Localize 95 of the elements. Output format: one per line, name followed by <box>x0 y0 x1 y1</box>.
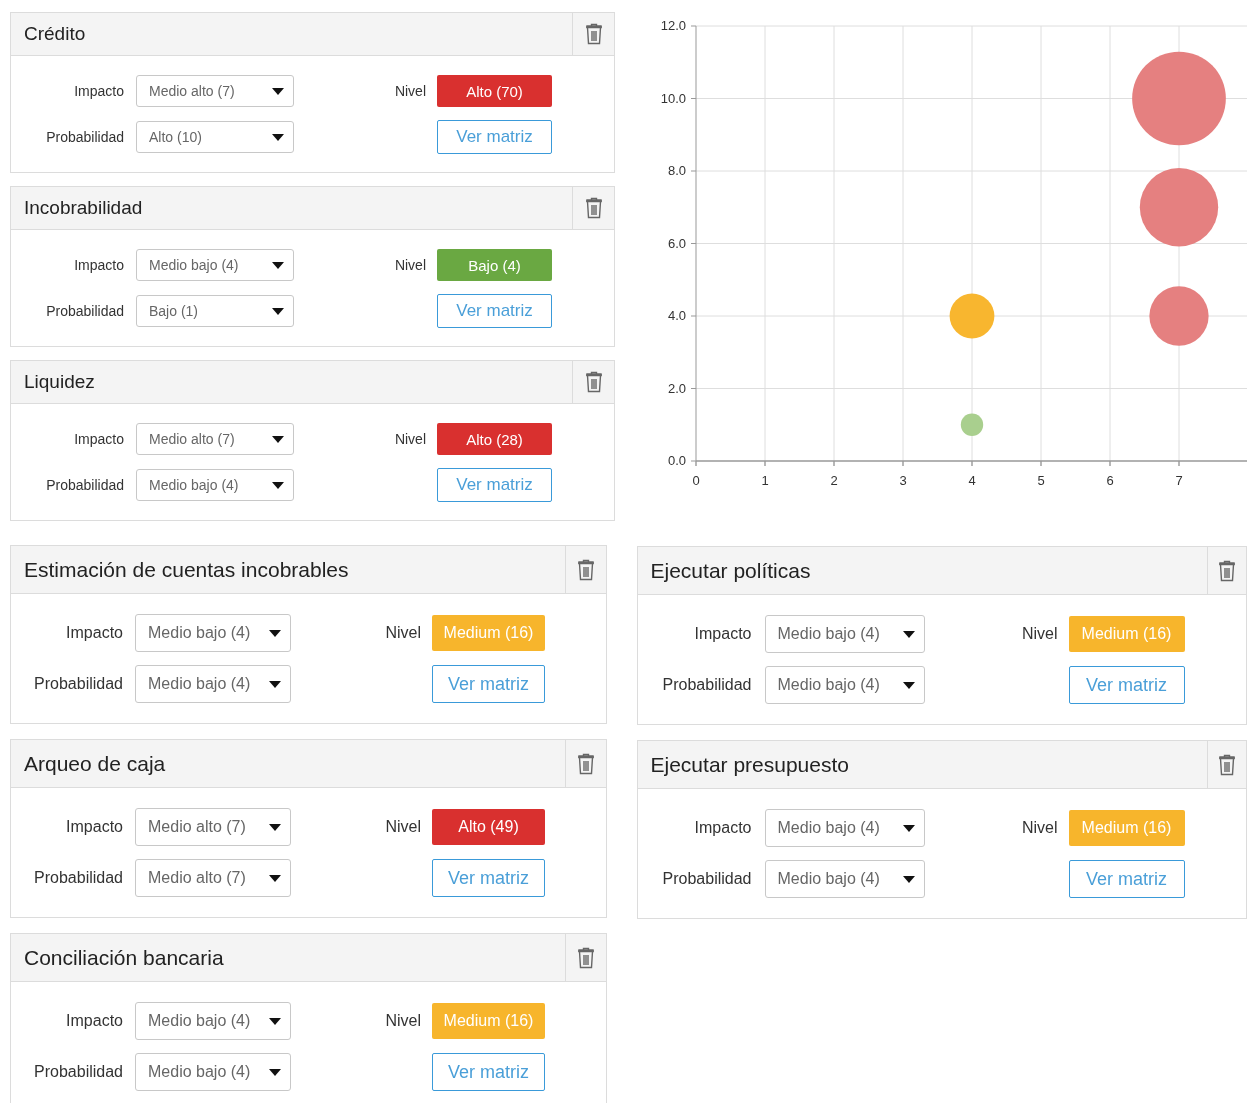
dropdown-field[interactable]: Medio bajo (4) <box>135 1002 291 1040</box>
field-label: Nivel <box>393 83 426 99</box>
dropdown-field[interactable]: Medio bajo (4) <box>764 809 925 847</box>
level-badge: Medium (16) <box>1068 810 1185 846</box>
dropdown-field[interactable]: Medio bajo (4) <box>135 1053 291 1091</box>
axis-label: 2.0 <box>667 380 686 396</box>
field-label: Impacto <box>73 83 124 99</box>
field-label: Impacto <box>65 1012 123 1030</box>
dropdown-field[interactable]: Medio bajo (4) <box>764 666 925 704</box>
caret-icon <box>269 1017 281 1025</box>
trash-icon[interactable] <box>576 558 595 581</box>
card-title: Arqueo de caja <box>23 750 167 777</box>
level-badge: Alto (49) <box>432 809 545 845</box>
trash-icon[interactable] <box>576 946 595 969</box>
caret-icon <box>269 629 281 637</box>
axis-label: 2 <box>830 473 838 488</box>
field-label: Nivel <box>384 624 421 642</box>
trash-icon[interactable] <box>1218 753 1236 776</box>
axis-label: 4.0 <box>667 308 686 323</box>
dropdown-field[interactable]: Medio bajo (4) <box>136 249 294 281</box>
field-label: Impacto <box>693 819 752 837</box>
caret-icon <box>902 875 915 883</box>
caret-icon <box>269 874 281 882</box>
level-badge: Alto (28) <box>437 423 552 455</box>
card-title: Conciliación bancaria <box>23 944 225 971</box>
dropdown-field[interactable]: Medio alto (7) <box>136 75 294 107</box>
level-badge: Medium (16) <box>1068 616 1185 652</box>
axis-label: 6 <box>1106 473 1114 488</box>
axis-label: 4 <box>968 473 976 488</box>
axis-label: 7 <box>1175 473 1183 488</box>
field-label: Probabilidad <box>33 675 123 693</box>
axis-label: 3 <box>899 473 907 488</box>
dropdown-field[interactable]: Medio bajo (4) <box>764 615 925 653</box>
axis-label: 6.0 <box>667 235 686 251</box>
card-title: Incobrabilidad <box>23 196 144 220</box>
dropdown-field[interactable]: Medio alto (7) <box>135 808 291 846</box>
field-label: Impacto <box>65 818 123 836</box>
field-label: Nivel <box>384 818 421 836</box>
caret-icon <box>269 680 281 688</box>
field-label: Probabilidad <box>33 869 123 887</box>
dropdown-field[interactable]: Medio alto (7) <box>136 423 294 455</box>
dropdown-field[interactable]: Medio alto (7) <box>135 859 291 897</box>
caret-icon <box>272 261 284 269</box>
level-badge: Medium (16) <box>432 1003 545 1039</box>
axis-label: 8.0 <box>667 163 686 178</box>
card-title: Estimación de cuentas incobrables <box>23 556 350 583</box>
dropdown-field[interactable]: Medio bajo (4) <box>764 860 925 898</box>
field-label: Impacto <box>73 431 124 447</box>
dropdown-field[interactable]: Alto (10) <box>136 121 294 153</box>
dropdown-field[interactable]: Medio bajo (4) <box>135 665 291 703</box>
field-label: Probabilidad <box>45 129 124 145</box>
caret-icon <box>272 307 284 315</box>
axis-label: 10.0 <box>660 90 686 106</box>
card-title: Liquidez <box>23 370 96 394</box>
dropdown-field[interactable]: Medio bajo (4) <box>135 614 291 652</box>
field-label: Impacto <box>65 624 123 642</box>
dropdown-field[interactable]: Medio bajo (4) <box>136 469 294 501</box>
card-title: Ejecutar políticas <box>649 557 812 584</box>
axis-label: 5 <box>1037 473 1045 488</box>
field-label: Probabilidad <box>45 477 124 493</box>
field-label: Nivel <box>1020 819 1058 837</box>
field-label: Nivel <box>393 257 426 273</box>
field-label: Impacto <box>693 625 752 643</box>
caret-icon <box>272 133 284 141</box>
level-badge: Bajo (4) <box>437 249 552 281</box>
field-label: Nivel <box>384 1012 421 1030</box>
trash-icon[interactable] <box>1218 559 1236 582</box>
card-title: Ejecutar presupuesto <box>649 751 850 778</box>
field-label: Probabilidad <box>45 303 124 319</box>
field-label: Impacto <box>73 257 124 273</box>
card-title: Crédito <box>23 22 87 46</box>
field-label: Probabilidad <box>661 676 752 694</box>
trash-icon[interactable] <box>584 197 603 219</box>
dropdown-field[interactable]: Bajo (1) <box>136 295 294 327</box>
axis-label: 0 <box>692 473 700 488</box>
caret-icon <box>902 681 915 689</box>
caret-icon <box>269 823 281 831</box>
axis-label: 0.0 <box>667 453 686 468</box>
level-badge: Medium (16) <box>432 615 545 651</box>
caret-icon <box>902 630 915 638</box>
field-label: Probabilidad <box>33 1063 123 1081</box>
axis-label: 12.0 <box>660 18 686 33</box>
caret-icon <box>272 481 284 489</box>
caret-icon <box>272 87 284 95</box>
field-label: Nivel <box>393 431 426 447</box>
field-label: Probabilidad <box>661 870 752 888</box>
level-badge: Alto (70) <box>437 75 552 107</box>
field-label: Nivel <box>1020 625 1058 643</box>
trash-icon[interactable] <box>584 371 603 393</box>
axis-label: 1 <box>761 473 769 488</box>
caret-icon <box>272 435 284 443</box>
trash-icon[interactable] <box>576 752 595 775</box>
caret-icon <box>902 824 915 832</box>
caret-icon <box>269 1068 281 1076</box>
trash-icon[interactable] <box>584 23 603 45</box>
